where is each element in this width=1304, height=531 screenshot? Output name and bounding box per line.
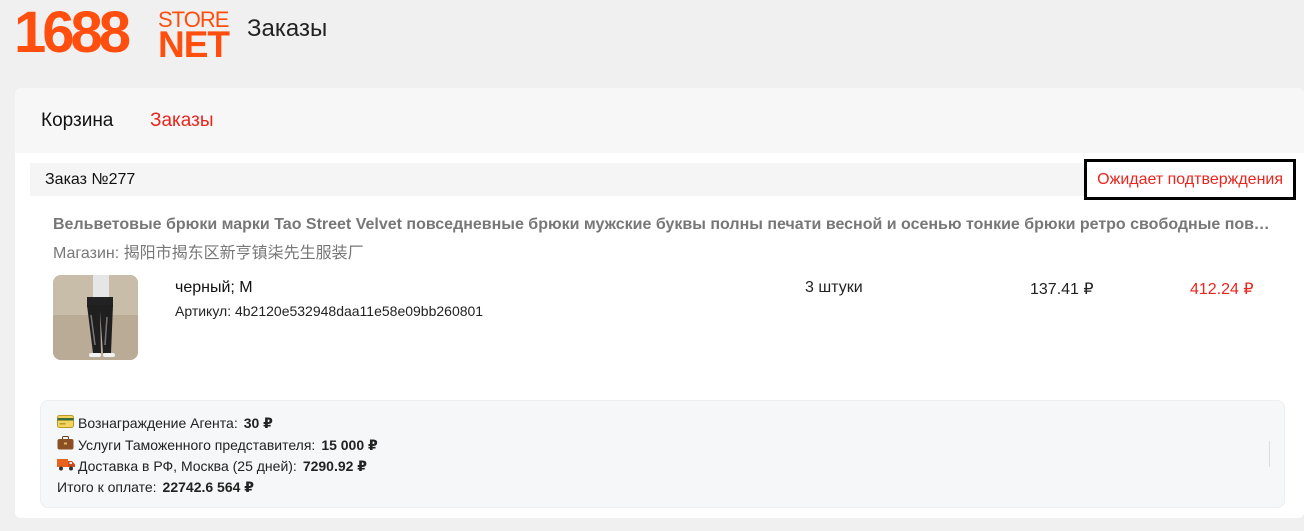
total-row: Итого к оплате: 22742.6 564 ₽ xyxy=(57,479,254,496)
logo-net: NET xyxy=(158,24,230,65)
page-title: Заказы xyxy=(247,15,328,42)
delivery-value: 7290.92 ₽ xyxy=(302,458,368,474)
order-number: Заказ №277 xyxy=(45,171,136,188)
total-label: Итого к оплате: xyxy=(57,479,157,495)
order-header: Заказ №277 Ожидает подтверждения xyxy=(30,159,1296,200)
tabs-bar: Корзина Заказы xyxy=(15,88,1304,153)
customs-row: Услуги Таможенного представителя: 15 000 … xyxy=(57,436,378,454)
product-title[interactable]: Вельветовые брюки марки Tao Street Velve… xyxy=(53,216,1273,234)
shop-name: Магазин: 揭阳市揭东区新亨镇柒先生服装厂 xyxy=(53,245,364,262)
item-sku: Артикул: 4b2120e532948daa11e58e09bb26080… xyxy=(175,303,484,319)
credit-card-icon xyxy=(57,415,75,431)
customs-label: Услуги Таможенного представителя: xyxy=(78,437,316,453)
truck-icon xyxy=(57,457,75,474)
agent-fee-value: 30 ₽ xyxy=(243,415,273,431)
order-summary: Вознаграждение Агента: 30 ₽ Услуги Таможе… xyxy=(40,400,1285,508)
logo-number: 1688 xyxy=(14,0,131,65)
header: 1688 STORE NET Заказы xyxy=(0,0,1304,88)
total-value: 22742.6 564 ₽ xyxy=(162,479,255,495)
agent-fee-row: Вознаграждение Агента: 30 ₽ xyxy=(57,415,273,432)
delivery-label: Доставка в РФ, Москва (25 дней): xyxy=(78,458,297,474)
customs-value: 15 000 ₽ xyxy=(321,437,378,453)
orders-card: Корзина Заказы Заказ №277 Ожидает подтве… xyxy=(15,88,1304,518)
item-variant: черный; M xyxy=(175,279,253,296)
agent-fee-label: Вознаграждение Агента: xyxy=(78,415,238,431)
tab-orders[interactable]: Заказы xyxy=(150,109,214,133)
product-photo xyxy=(53,275,138,360)
item-total-price: 412.24 ₽ xyxy=(1190,281,1254,298)
item-quantity: 3 штуки xyxy=(805,279,863,296)
tab-cart[interactable]: Корзина xyxy=(41,109,113,133)
item-unit-price: 137.41 ₽ xyxy=(1030,281,1094,298)
status-badge: Ожидает подтверждения xyxy=(1084,159,1296,200)
delivery-row: Доставка в РФ, Москва (25 дней): 7290.92 … xyxy=(57,457,367,475)
product-image[interactable] xyxy=(53,275,138,360)
briefcase-icon xyxy=(57,436,75,453)
summary-divider xyxy=(1269,441,1270,467)
